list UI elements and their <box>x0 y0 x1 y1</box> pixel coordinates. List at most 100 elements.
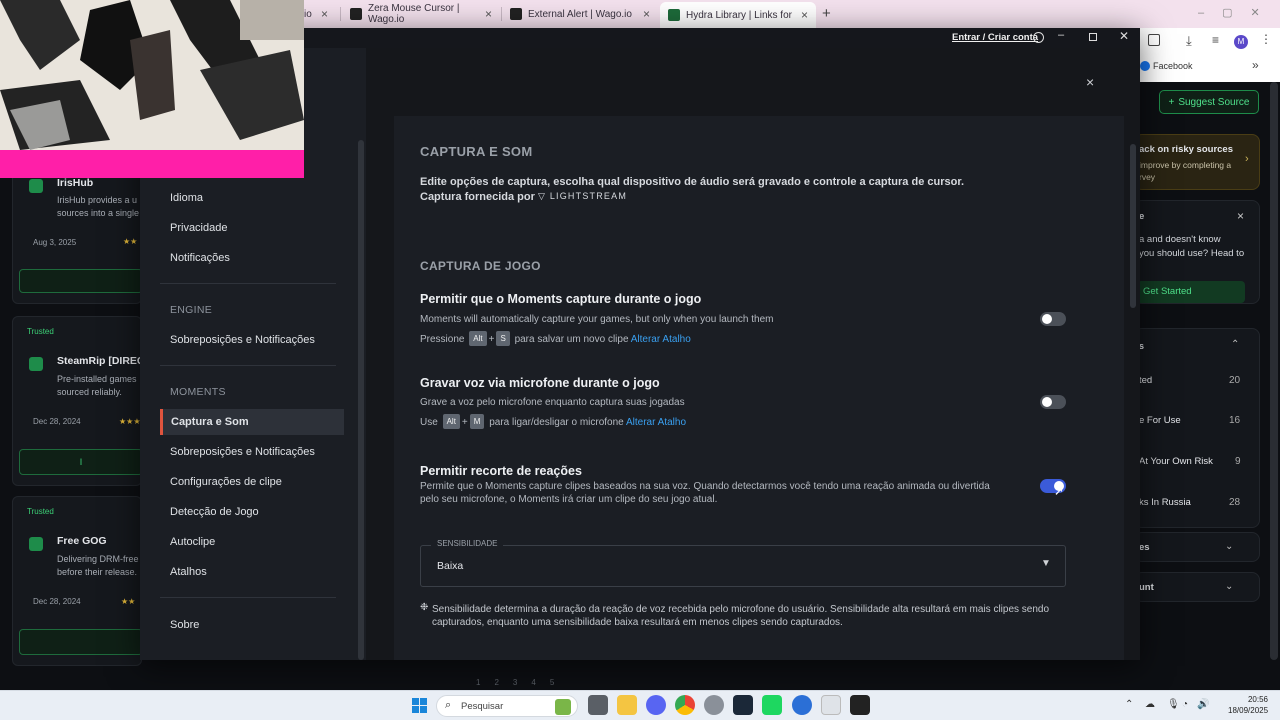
app-icon[interactable] <box>792 695 812 715</box>
chevron-up-icon[interactable]: ⌃ <box>1231 339 1239 350</box>
collapsed-filter[interactable]: es ⌄ <box>1134 532 1260 562</box>
suggest-source-button[interactable]: + Suggest Source <box>1159 90 1259 114</box>
sidebar-item-label: Sobreposições e Notificações <box>170 446 315 458</box>
task-view-icon[interactable] <box>588 695 608 715</box>
extensions-icon[interactable] <box>1148 34 1160 46</box>
volume-icon[interactable]: 🔊 <box>1197 699 1209 710</box>
sidebar-item-moments-overlays[interactable]: Sobreposições e Notificações <box>160 439 344 465</box>
sensitivity-label: SENSIBILIDADE <box>431 539 504 548</box>
install-button[interactable] <box>19 269 143 293</box>
collapsed-label: es <box>1139 542 1150 553</box>
sidebar-item-label: Notificações <box>170 252 230 264</box>
taskbar-search[interactable]: ⌕ Pesquisar <box>436 695 578 717</box>
windows-start-icon[interactable] <box>412 698 427 713</box>
sidebar-item-engine-overlays[interactable]: Sobreposições e Notificações <box>160 327 344 353</box>
close-window-icon[interactable]: ✕ <box>1119 29 1129 43</box>
settings-icon[interactable] <box>704 695 724 715</box>
video-frame <box>0 0 304 178</box>
discord-icon[interactable] <box>646 695 666 715</box>
chevron-right-icon[interactable]: » <box>1252 58 1259 72</box>
filter-item[interactable]: e For Use 16 <box>1135 405 1247 437</box>
filter-item[interactable]: ks In Russia 28 <box>1135 487 1247 519</box>
page-scrollbar[interactable] <box>1270 82 1278 660</box>
network-icon[interactable]: ☁ <box>1145 699 1155 710</box>
change-shortcut-link[interactable]: Alterar Atalho <box>626 417 686 428</box>
risky-sources-banner[interactable]: ack on risky sources improve by completi… <box>1134 134 1260 190</box>
filter-item[interactable]: At Your Own Risk 9 <box>1135 446 1247 478</box>
page-number[interactable]: 4 <box>531 678 535 687</box>
clock-time[interactable]: 20:56 <box>1228 695 1268 704</box>
collapsed-filter[interactable]: unt ⌄ <box>1134 572 1260 602</box>
user-icon[interactable] <box>1033 32 1044 43</box>
sidebar-item-notificacoes[interactable]: Notificações <box>160 245 344 271</box>
sidebar-item-idioma[interactable]: Idioma <box>160 185 344 211</box>
sidebar-item-sobre[interactable]: Sobre <box>160 612 344 638</box>
lightstream-icon: ▽ <box>538 191 550 201</box>
install-button[interactable]: I <box>19 449 143 475</box>
trusted-badge: Trusted <box>27 327 54 336</box>
bookmark-facebook[interactable]: Facebook <box>1153 61 1193 71</box>
page-number[interactable]: 5 <box>550 678 554 687</box>
close-icon[interactable]: × <box>643 7 650 21</box>
sensitivity-select[interactable]: SENSIBILIDADE Baixa ▼ <box>420 539 1066 587</box>
clock-date[interactable]: 18/09/2025 <box>1228 706 1268 715</box>
sidebar-divider <box>160 597 336 598</box>
sidebar-item-autoclipe[interactable]: Autoclipe <box>160 529 344 555</box>
sidebar-item-privacidade[interactable]: Privacidade <box>160 215 344 241</box>
close-icon[interactable]: × <box>1086 74 1094 90</box>
capture-during-game-toggle[interactable] <box>1040 312 1066 326</box>
profile-avatar[interactable]: M <box>1234 35 1248 49</box>
download-icon[interactable]: ⤓ <box>1186 33 1192 49</box>
login-link[interactable]: Entrar / Criar conta <box>952 32 1038 43</box>
install-button[interactable] <box>19 629 143 655</box>
option-title: Gravar voz via microfone durante o jogo <box>420 376 660 390</box>
sidebar-item-captura-e-som[interactable]: Captura e Som <box>160 409 344 435</box>
media-icon[interactable]: ≡ <box>1212 33 1219 47</box>
close-icon[interactable]: × <box>321 7 328 21</box>
source-card[interactable]: Trusted Free GOG Delivering DRM-free bef… <box>12 496 143 666</box>
page-number[interactable]: 1 <box>476 678 480 687</box>
page-number[interactable]: 2 <box>494 678 498 687</box>
main-scrollbar[interactable] <box>1130 144 1136 308</box>
browser-tab-active[interactable]: Hydra Library | Links for Hydra L × <box>660 2 816 28</box>
app-icon[interactable] <box>850 695 870 715</box>
sidebar-scrollbar[interactable] <box>358 140 364 660</box>
chevron-up-icon[interactable]: ⌃ <box>1125 699 1133 710</box>
facebook-icon <box>1140 61 1150 71</box>
menu-icon[interactable]: ⋮ <box>1260 32 1272 46</box>
tab-label: Zera Mouse Cursor | Wago.io <box>368 3 460 25</box>
microphone-icon[interactable]: 🎙 <box>1167 699 1180 710</box>
close-icon[interactable]: × <box>801 8 808 22</box>
close-icon[interactable]: × <box>485 7 492 21</box>
hint-suffix: para ligar/desligar o microfone <box>489 417 624 428</box>
windows-taskbar: ⌕ Pesquisar ⌃ ☁ 🎙 ◔ 🔊 20:56 18/09/2025 <box>0 690 1280 720</box>
maximize-icon[interactable] <box>1089 33 1097 41</box>
filter-item[interactable]: ted 20 <box>1135 365 1247 397</box>
mic-voice-toggle[interactable] <box>1040 395 1066 409</box>
pip-video-overlay[interactable] <box>0 0 304 178</box>
browser-tab[interactable]: Zera Mouse Cursor | Wago.io × <box>342 3 500 25</box>
browser-tab[interactable]: External Alert | Wago.io × <box>502 3 658 25</box>
sidebar-item-atalhos[interactable]: Atalhos <box>160 559 344 585</box>
sidebar-item-label: Autoclipe <box>170 536 216 548</box>
hydra-icon[interactable] <box>762 695 782 715</box>
get-started-button[interactable]: Get Started <box>1137 281 1245 303</box>
source-card[interactable]: Trusted SteamRip [DIREC Pre-installed ga… <box>12 316 145 486</box>
close-icon[interactable]: × <box>1237 209 1244 223</box>
new-tab-button[interactable]: + <box>822 5 831 22</box>
file-explorer-icon[interactable] <box>617 695 637 715</box>
wifi-icon[interactable]: ◔ <box>1182 699 1188 710</box>
minimize-icon[interactable]: – <box>1058 29 1064 41</box>
sidebar-item-clip-settings[interactable]: Configurações de clipe <box>160 469 344 495</box>
source-card[interactable]: IrisHub IrisHub provides a u sources int… <box>12 164 143 304</box>
banner-body: improve by completing a rvey <box>1139 160 1232 182</box>
sidebar-item-game-detection[interactable]: Detecção de Jogo <box>160 499 344 525</box>
change-shortcut-link[interactable]: Alterar Atalho <box>631 334 691 345</box>
moments-app-icon[interactable] <box>821 695 841 715</box>
page-number[interactable]: 3 <box>513 678 517 687</box>
chrome-icon[interactable] <box>675 695 695 715</box>
window-controls[interactable]: –▢✕ <box>1198 6 1278 19</box>
chevron-right-icon: › <box>1245 153 1249 165</box>
sidebar-item-label: Atalhos <box>170 566 207 578</box>
steam-icon[interactable] <box>733 695 753 715</box>
